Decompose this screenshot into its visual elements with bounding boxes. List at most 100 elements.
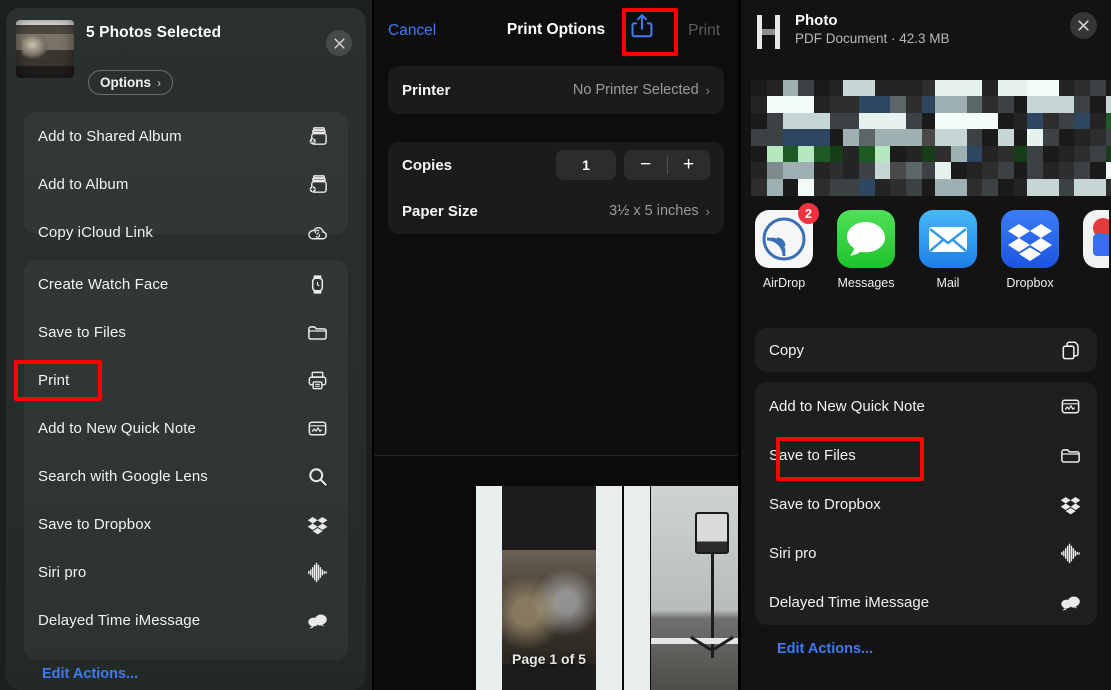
action-label: Add to Shared Album — [38, 128, 182, 145]
preview-divider — [374, 455, 738, 456]
copies-row: Copies 1 − + — [388, 142, 724, 188]
waveform-icon — [304, 559, 330, 585]
dropbox-icon — [304, 511, 330, 537]
right-action-group-2: Add to New Quick Note Save to Files Save… — [755, 382, 1097, 625]
pdf-document-icon — [755, 15, 785, 49]
print-options-title: Print Options — [374, 21, 738, 39]
action-siri-pro[interactable]: Siri pro — [24, 548, 348, 596]
chevron-right-icon: › — [157, 76, 161, 90]
screenshot-root: 5 Photos Selected Options › Add to Share… — [0, 0, 1111, 690]
share-icon — [629, 12, 655, 40]
left-action-group-2: Create Watch Face Save to Files Print Ad… — [24, 260, 348, 660]
pixelated-thumbnail-strip — [751, 80, 1111, 195]
action-label: Save to Dropbox — [38, 516, 151, 533]
document-subtitle: PDF Document · 42.3 MB — [795, 31, 950, 46]
share-target-messages[interactable]: Messages — [837, 210, 895, 290]
options-button[interactable]: Options › — [88, 70, 173, 95]
action-print[interactable]: Print — [24, 356, 348, 404]
quick-note-icon — [304, 415, 330, 441]
chevron-right-icon: › — [706, 83, 710, 98]
share-button[interactable] — [629, 12, 659, 42]
printer-icon — [304, 367, 330, 393]
left-action-group-1: Add to Shared Album Add to Album Copy iC… — [24, 112, 348, 234]
add-album-icon — [304, 171, 330, 197]
preview-page-1[interactable] — [476, 486, 502, 690]
copies-label: Copies — [402, 157, 452, 174]
action-create-watch-face[interactable]: Create Watch Face — [24, 260, 348, 308]
messages-bubbles-icon — [304, 607, 330, 633]
app-label: AirDrop — [755, 276, 813, 290]
action-label: Create Watch Face — [38, 276, 168, 293]
edit-actions-link[interactable]: Edit Actions... — [777, 641, 873, 657]
preview-page-5[interactable] — [651, 486, 738, 690]
messages-bubbles-icon — [1057, 590, 1083, 616]
share-target-dropbox[interactable]: Dropbox — [1001, 210, 1059, 290]
action-add-to-album[interactable]: Add to Album — [24, 160, 348, 208]
print-button[interactable]: Print — [688, 22, 720, 40]
document-name: Photo — [795, 12, 950, 29]
app-label: Dropbox — [1001, 276, 1059, 290]
action-label: Save to Dropbox — [769, 496, 881, 513]
preview-page-4[interactable] — [624, 486, 650, 690]
paper-size-row[interactable]: Paper Size 3½ x 5 inches › — [388, 188, 724, 234]
action-delayed-time-imessage[interactable]: Delayed Time iMessage — [24, 596, 348, 644]
watch-icon — [304, 271, 330, 297]
action-save-to-files[interactable]: Save to Files — [24, 308, 348, 356]
decrement-copies-button[interactable]: − — [624, 150, 667, 180]
copies-value: 1 — [556, 150, 616, 180]
folder-icon — [1057, 443, 1083, 469]
printer-label: Printer — [402, 82, 450, 99]
action-add-to-new-quick-note[interactable]: Add to New Quick Note — [755, 382, 1097, 431]
share-target-partial[interactable] — [1083, 210, 1109, 290]
middle-panel-print-options: Cancel Print Options Print Printer No Pr… — [372, 0, 738, 690]
quick-note-icon — [1057, 394, 1083, 420]
photo-thumbnail — [16, 20, 74, 78]
page-indicator: Page 1 of 5 — [502, 651, 596, 667]
action-save-to-files[interactable]: Save to Files — [755, 431, 1097, 480]
action-label: Print — [38, 372, 69, 389]
edit-actions-link[interactable]: Edit Actions... — [42, 666, 138, 682]
app-label: Messages — [837, 276, 895, 290]
close-icon — [1077, 19, 1090, 32]
share-target-airdrop[interactable]: 2 AirDrop — [755, 210, 813, 290]
action-delayed-time-imessage[interactable]: Delayed Time iMessage — [755, 578, 1097, 627]
left-share-sheet: 5 Photos Selected Options › Add to Share… — [6, 8, 366, 690]
close-button[interactable] — [1070, 12, 1097, 39]
share-target-mail[interactable]: Mail — [919, 210, 977, 290]
shared-album-icon — [304, 123, 330, 149]
print-options-toolbar: Cancel Print Options Print — [374, 0, 738, 46]
action-label: Copy — [769, 342, 804, 359]
dropbox-icon — [1057, 492, 1083, 518]
action-search-with-google-lens[interactable]: Search with Google Lens — [24, 452, 348, 500]
action-label: Delayed Time iMessage — [769, 594, 929, 611]
partial-app-icon — [1083, 210, 1109, 268]
action-label: Copy iCloud Link — [38, 224, 153, 241]
action-label: Delayed Time iMessage — [38, 612, 200, 629]
action-siri-pro[interactable]: Siri pro — [755, 529, 1097, 578]
close-button[interactable] — [326, 30, 352, 56]
action-copy-icloud-link[interactable]: Copy iCloud Link — [24, 208, 348, 256]
close-icon — [333, 37, 346, 50]
increment-copies-button[interactable]: + — [667, 150, 710, 180]
printer-card: Printer No Printer Selected › — [388, 66, 724, 114]
action-label: Search with Google Lens — [38, 468, 208, 485]
print-preview-area: Page 1 of 5 — [374, 455, 738, 690]
waveform-icon — [1057, 541, 1083, 567]
action-label: Add to New Quick Note — [769, 398, 925, 415]
folder-icon — [304, 319, 330, 345]
preview-page-2-image — [502, 550, 596, 664]
airdrop-badge: 2 — [798, 203, 819, 224]
app-label: Mail — [919, 276, 977, 290]
action-copy[interactable]: Copy — [755, 326, 1097, 375]
action-label: Save to Files — [769, 447, 856, 464]
left-sheet-header: 5 Photos Selected Options › — [6, 8, 366, 84]
preview-page-3[interactable] — [596, 486, 622, 690]
messages-icon — [837, 210, 895, 268]
printer-row[interactable]: Printer No Printer Selected › — [388, 67, 724, 113]
action-save-to-dropbox[interactable]: Save to Dropbox — [24, 500, 348, 548]
action-add-to-new-quick-note[interactable]: Add to New Quick Note — [24, 404, 348, 452]
action-save-to-dropbox[interactable]: Save to Dropbox — [755, 480, 1097, 529]
action-add-to-shared-album[interactable]: Add to Shared Album — [24, 112, 348, 160]
paper-size-value-text: 3½ x 5 inches — [609, 203, 698, 219]
paper-size-value: 3½ x 5 inches › — [609, 203, 710, 219]
